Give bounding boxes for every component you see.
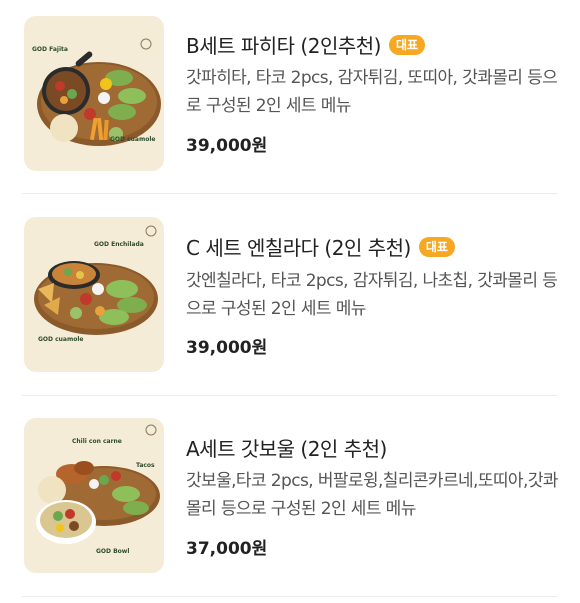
menu-item-title-row: C 세트 엔칠라다 (2인 추천) 대표 [186, 232, 455, 261]
menu-item-price: 39,000원 [186, 136, 268, 156]
menu-item-description: 갓보울,타코 2pcs, 버팔로윙,칠리콘카르네,또띠아,갓콰몰리 등으로 구성… [186, 471, 558, 519]
menu-item-title[interactable]: C 세트 엔칠라다 (2인 추천) [186, 232, 411, 261]
menu-item-b-set-fajita[interactable]: GOD Fajita GOD cuamole B세트 파히타 (2인추천) 대표… [0, 0, 580, 200]
image-label: GOD Fajita [32, 46, 68, 53]
menu-item-title[interactable]: B세트 파히타 (2인추천) [186, 30, 381, 59]
image-label: GOD cuamole [38, 336, 84, 343]
featured-badge: 대표 [418, 236, 455, 257]
menu-item-title-row: A세트 갓보울 (2인 추천) [186, 433, 387, 462]
menu-item-title[interactable]: A세트 갓보울 (2인 추천) [186, 433, 387, 462]
image-label: GOD Bowl [96, 548, 130, 555]
menu-item-image[interactable]: GOD Enchilada GOD cuamole [24, 217, 164, 372]
image-label: GOD Enchilada [94, 241, 144, 248]
divider [22, 193, 558, 194]
featured-badge: 대표 [388, 34, 426, 55]
menu-item-c-set-enchilada[interactable]: GOD Enchilada GOD cuamole C 세트 엔칠라다 (2인 … [0, 200, 580, 400]
menu-item-description: 갓엔칠라다, 타코 2pcs, 감자튀김, 나초칩, 갓콰몰리 등으로 구성된 … [186, 271, 558, 319]
menu-item-price: 37,000원 [186, 539, 268, 559]
image-label: Tacos [136, 462, 155, 469]
menu-item-title-row: B세트 파히타 (2인추천) 대표 [186, 30, 426, 59]
menu-item-image[interactable]: Chili con carne Tacos GOD Bowl [24, 418, 164, 573]
menu-item-image[interactable]: GOD Fajita GOD cuamole [24, 16, 164, 171]
divider [22, 395, 558, 396]
image-label: Chili con carne [72, 438, 122, 445]
fajita-set-illustration [37, 38, 161, 146]
image-label: GOD cuamole [110, 136, 156, 143]
menu-item-description: 갓파히타, 타코 2pcs, 감자튀김, 또띠아, 갓콰몰리 등으로 구성된 2… [186, 68, 558, 116]
menu-item-price: 39,000원 [186, 338, 268, 358]
divider [22, 596, 558, 597]
menu-list: GOD Fajita GOD cuamole B세트 파히타 (2인추천) 대표… [0, 0, 580, 603]
menu-item-a-set-god-bowl[interactable]: Chili con carne Tacos GOD Bowl A세트 갓보울 (… [0, 400, 580, 600]
